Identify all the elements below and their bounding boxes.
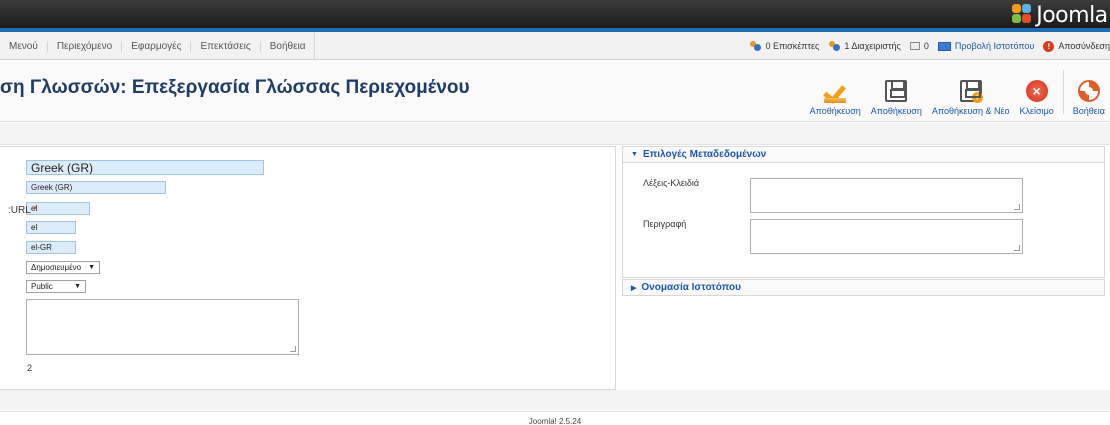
menu-item-extensions[interactable]: Επεκτάσεις <box>190 40 251 52</box>
menu-item-help[interactable]: Βοήθεια <box>259 40 306 52</box>
bottom-gap <box>0 390 1110 410</box>
close-button[interactable]: × Κλείσιμο <box>1015 68 1059 116</box>
site-name-panel[interactable]: ▶ Ονομασία Ιστοτόπου <box>622 279 1105 296</box>
joomla-logo-icon <box>1012 4 1034 26</box>
meta-description-label: Περιγραφή <box>643 219 687 229</box>
admins-status: 1 Διαχειριστής <box>828 41 901 51</box>
keywords-label: Λέξεις-Κλειδιά <box>643 178 700 188</box>
caret-down-icon: ▼ <box>631 151 638 158</box>
page-title: ση Γλωσσών: Επεξεργασία Γλώσσας Περιεχομ… <box>0 77 470 98</box>
toolbar-divider <box>1062 70 1064 114</box>
monitor-icon <box>937 41 951 51</box>
sub-toolbar-gap <box>0 123 1110 145</box>
url-code-label: :URL * <box>8 205 38 216</box>
admins-icon <box>828 41 841 51</box>
site-name-panel-header[interactable]: ▶ Ονομασία Ιστοτόπου <box>623 280 1104 295</box>
caret-right-icon: ▶ <box>631 284 637 292</box>
joomla-logo[interactable]: Joomla! <box>1012 2 1110 28</box>
help-button[interactable]: Βοήθεια <box>1068 68 1110 116</box>
language-tag-input[interactable]: el-GR <box>26 241 76 254</box>
description-textarea[interactable] <box>26 299 299 355</box>
meta-description-textarea[interactable] <box>750 219 1023 254</box>
resize-handle-icon[interactable] <box>290 346 296 352</box>
metadata-panel: ▼ Επιλογές Μεταδεδομένων Λέξεις-Κλειδιά … <box>622 146 1105 278</box>
menu-item-components[interactable]: Εφαρμογές <box>121 40 181 52</box>
check-icon <box>824 80 847 103</box>
dropdown-arrow-icon: ▼ <box>74 283 81 290</box>
image-prefix-input[interactable]: el <box>26 221 76 234</box>
brand-text: Joomla! <box>1036 2 1110 28</box>
language-id: 2 <box>27 363 33 373</box>
save-button[interactable]: Αποθήκευση <box>805 68 866 116</box>
toolbar: Αποθήκευση Αποθήκευση + Αποθήκευση & Νέο… <box>805 68 1110 116</box>
main-menu: Μενού Περιεχόμενο Εφαρμογές Επεκτάσεις Β… <box>0 32 315 60</box>
resize-handle-icon[interactable] <box>1014 204 1020 210</box>
menu-item-menus[interactable]: Μενού <box>9 41 38 52</box>
save-new-button[interactable]: + Αποθήκευση & Νέο <box>927 68 1015 116</box>
floppy-disk-icon <box>885 80 908 102</box>
metadata-panel-header[interactable]: ▼ Επιλογές Μεταδεδομένων <box>623 147 1104 163</box>
keywords-textarea[interactable] <box>750 178 1023 213</box>
users-icon <box>749 41 762 51</box>
logout-link[interactable]: ! Αποσύνδεση <box>1043 40 1110 52</box>
dropdown-arrow-icon: ▼ <box>88 264 95 271</box>
menu-item-content[interactable]: Περιεχόμενο <box>46 40 112 52</box>
status-bar: 0 Επισκέπτες 1 Διαχειριστής 0 Προβολή Ισ… <box>740 32 1110 60</box>
menu-bar: Μενού Περιεχόμενο Εφαρμογές Επεκτάσεις Β… <box>0 32 1110 60</box>
resize-handle-icon[interactable] <box>1014 245 1020 251</box>
access-select[interactable]: Public ▼ <box>26 280 86 293</box>
top-header: Joomla! <box>0 0 1110 28</box>
mail-icon <box>909 42 920 50</box>
view-site-link[interactable]: Προβολή Ιστοτόπου <box>937 41 1034 51</box>
power-icon: ! <box>1043 40 1055 52</box>
floppy-disk-plus-icon: + <box>959 80 983 103</box>
messages-status[interactable]: 0 <box>909 41 929 51</box>
visitors-status: 0 Επισκέπτες <box>749 41 819 51</box>
close-icon: × <box>1025 80 1048 102</box>
native-title-input[interactable]: Greek (GR) <box>26 181 166 194</box>
title-input[interactable]: Greek (GR) <box>26 160 264 175</box>
footer-divider <box>0 411 1110 412</box>
save-close-button[interactable]: Αποθήκευση <box>866 68 927 116</box>
status-select[interactable]: Δημοσιευμένο ▼ <box>26 261 100 274</box>
title-bar: ση Γλωσσών: Επεξεργασία Γλώσσας Περιεχομ… <box>0 60 1110 122</box>
details-panel: Greek (GR) Greek (GR) el el el-GR Δημοσι… <box>0 146 616 390</box>
footer-version: Joomla! 2.5.24 <box>528 417 582 425</box>
lifebuoy-icon <box>1077 80 1100 102</box>
